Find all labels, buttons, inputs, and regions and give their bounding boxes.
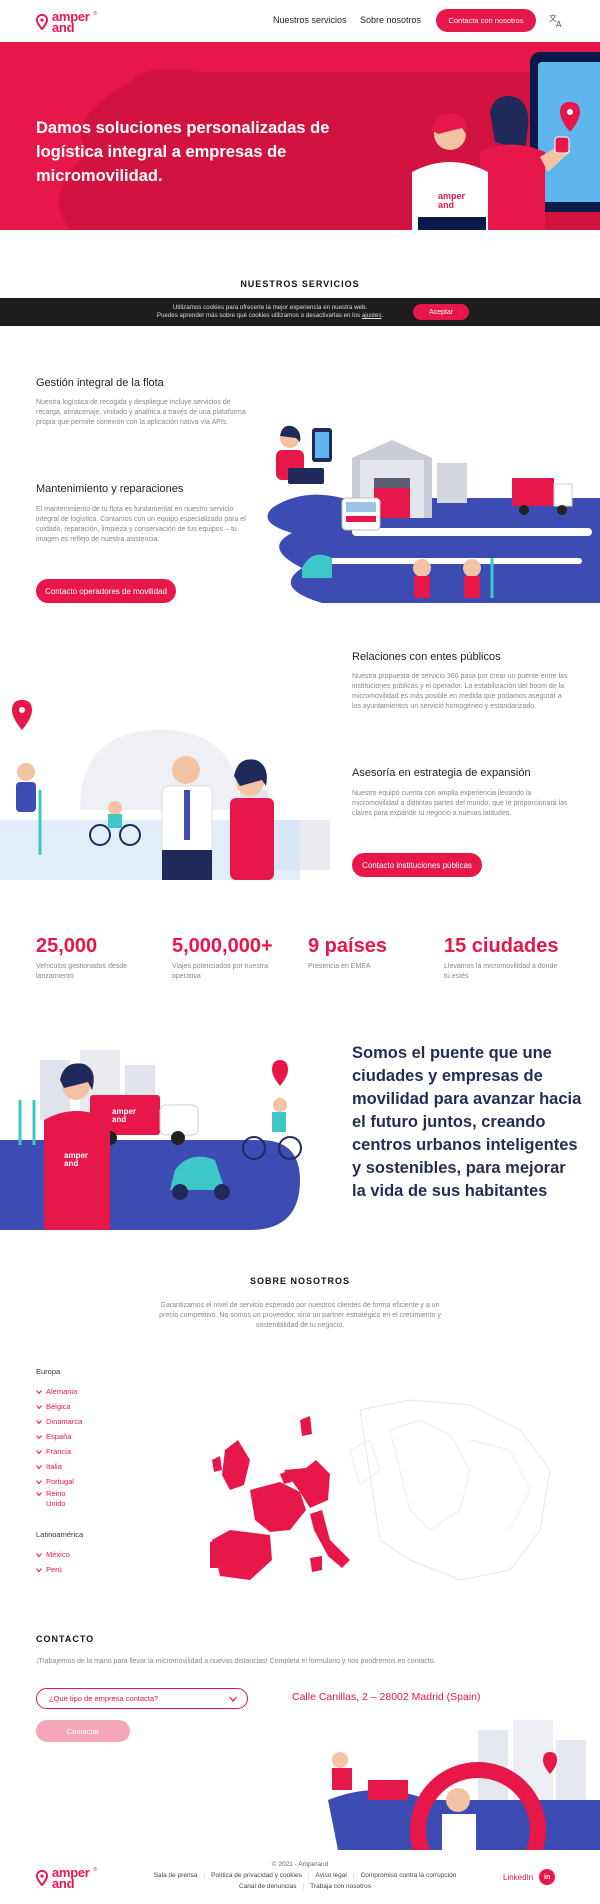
europe-map bbox=[210, 1399, 551, 1581]
contact-institutions-button[interactable]: Contacto instituciones públicas bbox=[352, 853, 482, 877]
latam-label: Latinoamérica bbox=[36, 1530, 84, 1539]
service-fleet-text: Nuestra logística de recogida y desplieg… bbox=[36, 399, 246, 426]
mission-illustration: amper and amper and bbox=[0, 1050, 302, 1230]
stat-vehicles: 25,000 Vehículos gestionados desde lanza… bbox=[36, 935, 128, 980]
country-item-italy[interactable]: Italia bbox=[36, 1459, 146, 1474]
about-text: Garantizamos el nivel de servicio espera… bbox=[159, 1302, 441, 1329]
footer-links-row2: Canal de denuncias | Trabaja con nosotros bbox=[239, 1883, 371, 1890]
chevron-down-icon bbox=[229, 1696, 237, 1703]
chevron-down-icon bbox=[36, 1449, 42, 1454]
service-maintenance-title: Mantenimiento y reparaciones bbox=[36, 483, 184, 495]
service-public-relations-title: Relaciones con entes públicos bbox=[352, 651, 501, 663]
cookie-text: Utilizamos cookies para ofrecerte la mej… bbox=[156, 304, 384, 319]
country-item-denmark[interactable]: Dinamarca bbox=[36, 1414, 146, 1429]
chevron-down-icon bbox=[36, 1404, 42, 1409]
footer-links-row1: Sala de prensa | Política de privacidad y… bbox=[153, 1872, 457, 1879]
mission-statement: Somos el puente que une ciudades y empre… bbox=[352, 1044, 582, 1200]
country-item-mexico[interactable]: México bbox=[36, 1547, 146, 1562]
chevron-down-icon bbox=[36, 1419, 42, 1424]
chevron-down-icon bbox=[36, 1492, 42, 1497]
svg-text:and: and bbox=[438, 200, 454, 210]
svg-text:and: and bbox=[64, 1159, 78, 1168]
logistics-illustration bbox=[267, 425, 600, 603]
contact-submit-button[interactable]: Contactar bbox=[36, 1720, 130, 1742]
country-item-germany[interactable]: Alemania bbox=[36, 1384, 146, 1399]
chevron-down-icon bbox=[36, 1464, 42, 1469]
service-fleet-title: Gestión integral de la flota bbox=[36, 377, 164, 389]
service-maintenance-text: El mantenimiento de tu flota es fundamen… bbox=[36, 506, 246, 543]
services-section-title: NUESTROS SERVICIOS bbox=[240, 279, 360, 289]
svg-text:and: and bbox=[112, 1115, 126, 1124]
city-institutions-illustration bbox=[0, 700, 330, 880]
registered-mark: ® bbox=[93, 11, 98, 17]
linkedin-link[interactable]: LinkedIn in bbox=[503, 1869, 556, 1885]
service-public-relations-text: Nuestra propuesta de servicio 360 pasa p… bbox=[352, 673, 568, 710]
country-item-france[interactable]: Francia bbox=[36, 1444, 146, 1459]
footer-link-careers[interactable]: Trabaja con nosotros bbox=[310, 1883, 371, 1890]
chevron-down-icon bbox=[36, 1567, 42, 1572]
stat-trips: 5,000,000+ Viajes potenciados por nuestr… bbox=[172, 935, 273, 980]
cookie-settings-link[interactable]: ajustes bbox=[362, 312, 382, 319]
logo-pin-icon bbox=[36, 14, 48, 30]
footer-link-anticorruption[interactable]: Compromiso contra la corrupción bbox=[361, 1872, 457, 1879]
footer-link-legal[interactable]: Aviso legal bbox=[316, 1872, 347, 1879]
logo[interactable]: amper and ® bbox=[36, 10, 98, 34]
company-address: Calle Canillas, 2 – 28002 Madrid (Spain) bbox=[292, 1691, 481, 1703]
country-item-spain[interactable]: España bbox=[36, 1429, 146, 1444]
company-type-select[interactable]: ¿Qué tipo de empresa contacta? bbox=[36, 1688, 248, 1709]
service-expansion-title: Asesoría en estrategia de expansión bbox=[352, 767, 531, 779]
contact-operators-button[interactable]: Contacto operadores de movilidad bbox=[36, 579, 176, 603]
chevron-down-icon bbox=[36, 1552, 42, 1557]
stat-cities: 15 ciudades Llevamos la micromovilidad a… bbox=[444, 935, 559, 980]
latam-country-list: México Perú bbox=[36, 1547, 146, 1577]
footer-link-press[interactable]: Sala de prensa bbox=[154, 1872, 198, 1879]
linkedin-icon: in bbox=[539, 1869, 556, 1885]
contact-intro: ¡Trabajemos de la mano para llevar la mi… bbox=[36, 1658, 436, 1665]
site-header: amper and ® Nuestros servicios Sobre nos… bbox=[0, 0, 600, 42]
country-item-uk[interactable]: Reino Unido bbox=[36, 1489, 146, 1513]
country-item-peru[interactable]: Perú bbox=[36, 1562, 146, 1577]
about-section-title: SOBRE NOSOTROS bbox=[249, 1276, 350, 1286]
europe-label: Europa bbox=[36, 1367, 61, 1376]
cookie-accept-button[interactable]: Aceptar bbox=[413, 304, 469, 320]
copyright: © 2021 - Amperand bbox=[271, 1861, 329, 1868]
footer-link-whistleblower[interactable]: Canal de denuncias bbox=[239, 1883, 296, 1890]
contact-cta-button[interactable]: Contacta con nosotros bbox=[436, 9, 536, 32]
service-expansion-text: Nuestro equipo cuenta con amplia experie… bbox=[352, 790, 568, 817]
country-item-belgium[interactable]: Bélgica bbox=[36, 1399, 146, 1414]
chevron-down-icon bbox=[36, 1434, 42, 1439]
footer-logo[interactable]: amper and ® bbox=[36, 1866, 97, 1890]
footer-link-privacy[interactable]: Política de privacidad y cookies bbox=[211, 1872, 302, 1879]
logo-pin-icon bbox=[36, 1870, 48, 1886]
cookie-banner: Utilizamos cookies para ofrecerte la mej… bbox=[0, 298, 600, 326]
site-footer: amper and ® © 2021 - Amperand Sala de pr… bbox=[0, 1851, 600, 1904]
nav-about-link[interactable]: Sobre nosotros bbox=[360, 15, 421, 25]
chevron-down-icon bbox=[36, 1479, 42, 1484]
contact-section-title: CONTACTO bbox=[36, 1634, 95, 1644]
translate-icon[interactable]: 文 A bbox=[548, 12, 564, 28]
contact-illustration bbox=[328, 1720, 600, 1850]
chevron-down-icon bbox=[36, 1389, 42, 1394]
svg-text:A: A bbox=[556, 20, 562, 28]
hero-banner: amper and Damos soluciones personalizada… bbox=[0, 42, 600, 230]
europe-country-list: Alemania Bélgica Dinamarca España Franci… bbox=[36, 1384, 146, 1513]
stat-countries: 9 países Presencia en EMEA bbox=[308, 935, 387, 970]
country-item-portugal[interactable]: Portugal bbox=[36, 1474, 146, 1489]
hero-title: Damos soluciones personalizadas de logís… bbox=[36, 119, 330, 185]
nav-services-link[interactable]: Nuestros servicios bbox=[273, 15, 347, 25]
